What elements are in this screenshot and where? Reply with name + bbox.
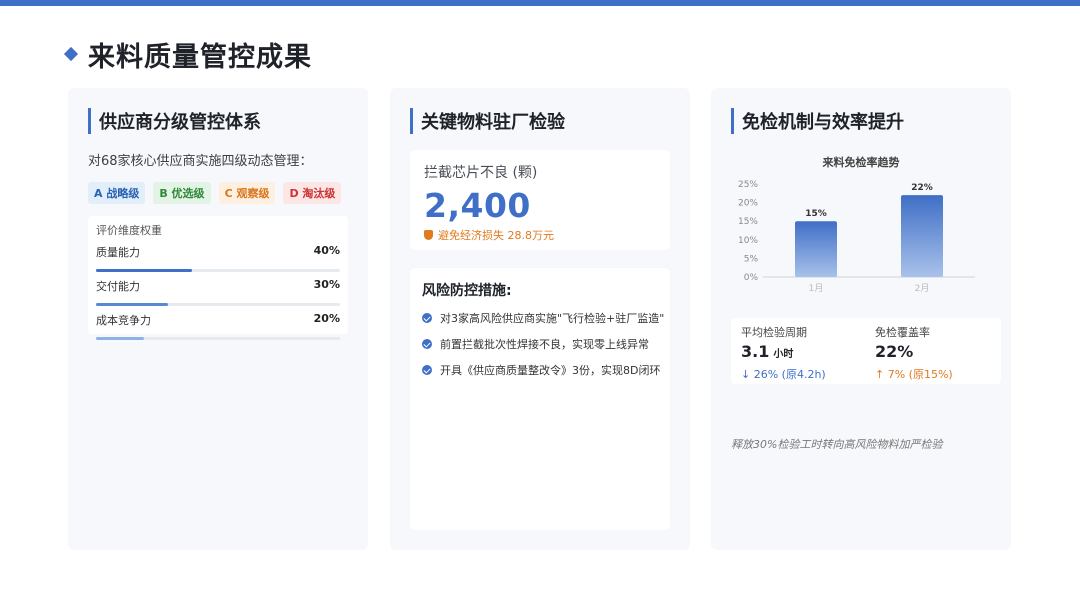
y-tick-label: 25% xyxy=(738,180,758,190)
grade-badges: A 战略级 B 优选级 C 观察级 D 淘汰级 xyxy=(88,182,342,204)
y-tick-label: 0% xyxy=(744,273,759,283)
kpi-delta: ↓ 26% (原4.2h) xyxy=(741,368,826,381)
exemption-rate-chart: 0% 5% 10% 15% 20% 25% 15% 1月 22% 2月 xyxy=(738,180,975,294)
chart-title: 来料免检率趋势 xyxy=(822,156,900,169)
grade-badge-d: D 淘汰级 xyxy=(283,182,342,204)
kpi-delta: ↑ 7% (原15%) xyxy=(875,368,953,381)
data-label: 22% xyxy=(911,183,933,193)
weight-name: 质量能力 xyxy=(96,246,140,259)
y-tick-label: 15% xyxy=(738,217,758,227)
weight-fill xyxy=(96,303,168,306)
weights-card: 评价维度权重 质量能力 40% 交付能力 30% 成本竞争力 20% xyxy=(88,216,348,340)
bar xyxy=(901,195,943,277)
measure-text: 开具《供应商质量整改令》3份，实现8D闭环 xyxy=(440,364,661,377)
panel-title: 供应商分级管控体系 xyxy=(99,112,261,133)
shield-icon xyxy=(424,230,433,240)
kpi-unit: 小时 xyxy=(773,349,794,360)
kpi-number: 3.1 xyxy=(741,342,770,361)
weight-track xyxy=(96,337,340,340)
kpi-value: 22% xyxy=(875,342,991,361)
y-tick-label: 10% xyxy=(738,236,758,246)
y-tick-label: 20% xyxy=(738,199,758,209)
check-circle-icon xyxy=(422,339,432,349)
weight-fill xyxy=(96,269,192,272)
stat-card: 拦截芯片不良 (颗) 2,400 避免经济损失 28.8万元 xyxy=(410,150,670,250)
panel-title: 免检机制与效率提升 xyxy=(742,112,904,133)
check-circle-icon xyxy=(422,365,432,375)
weight-value: 20% xyxy=(313,312,340,325)
stat-label: 拦截芯片不良 (颗) xyxy=(424,165,538,181)
panel-title: 关键物料驻厂检验 xyxy=(421,112,565,133)
weight-item: 质量能力 40% xyxy=(96,244,340,272)
grade-badge-a: A 战略级 xyxy=(88,182,146,204)
check-circle-icon xyxy=(422,313,432,323)
page-title: 来料质量管控成果 xyxy=(88,41,312,73)
weight-item: 成本竞争力 20% xyxy=(96,312,340,340)
x-tick-label: 2月 xyxy=(915,283,930,294)
bar xyxy=(795,221,837,277)
weights-title: 评价维度权重 xyxy=(96,224,162,237)
weight-item: 交付能力 30% xyxy=(96,278,340,306)
kpi-card-cycle: 平均检验周期 3.1 小时 ↓ 26% (原4.2h) xyxy=(731,318,867,384)
list-item: 对3家高风险供应商实施"飞行检验+驻厂监造" xyxy=(422,310,664,326)
onsite-inspection-panel: 关键物料驻厂检验 拦截芯片不良 (颗) 2,400 避免经济损失 28.8万元 … xyxy=(390,88,690,550)
measures-card: 风险防控措施: 对3家高风险供应商实施"飞行检验+驻厂监造" 前置拦截批次性焊接… xyxy=(410,268,670,530)
grade-badge-c: C 观察级 xyxy=(218,182,276,204)
weight-fill xyxy=(96,337,144,340)
stat-note-text: 避免经济损失 28.8万元 xyxy=(438,229,554,242)
panel-header: 关键物料驻厂检验 xyxy=(410,108,565,134)
supplier-grading-panel: 供应商分级管控体系 对68家核心供应商实施四级动态管理： A 战略级 B 优选级… xyxy=(68,88,368,550)
measures-title: 风险防控措施: xyxy=(422,283,512,299)
kpi-label: 平均检验周期 xyxy=(741,326,807,339)
y-tick-label: 5% xyxy=(744,254,759,264)
top-accent-bar xyxy=(0,0,1080,6)
stat-note: 避免经济损失 28.8万元 xyxy=(424,227,656,243)
x-tick-label: 1月 xyxy=(809,283,824,294)
kpi-label: 免检覆盖率 xyxy=(875,326,930,339)
measure-text: 前置拦截批次性焊接不良，实现零上线异常 xyxy=(440,338,649,351)
list-item: 前置拦截批次性焊接不良，实现零上线异常 xyxy=(422,336,658,352)
exemption-efficiency-panel: 免检机制与效率提升 来料免检率趋势 0% 5% 10% 15% 20% 25% 15% 1月 2… xyxy=(711,88,1011,550)
weight-track xyxy=(96,303,340,306)
panel-header: 供应商分级管控体系 xyxy=(88,108,261,134)
diamond-icon xyxy=(63,46,79,62)
weight-value: 30% xyxy=(313,278,340,291)
weight-value: 40% xyxy=(313,244,340,257)
panel-header: 免检机制与效率提升 xyxy=(731,108,904,134)
measure-text: 对3家高风险供应商实施"飞行检验+驻厂监造" xyxy=(440,312,665,325)
kpi-number: 22% xyxy=(875,342,914,361)
weight-name: 成本竞争力 xyxy=(96,314,151,327)
weight-track xyxy=(96,269,340,272)
data-label: 15% xyxy=(805,209,827,219)
list-item: 开具《供应商质量整改令》3份，实现8D闭环 xyxy=(422,362,661,378)
stat-value: 2,400 xyxy=(424,186,531,225)
kpi-value: 3.1 小时 xyxy=(741,342,857,361)
footnote: 释放30%检验工时转向高风险物料加严检验 xyxy=(731,438,943,451)
kpi-card-coverage: 免检覆盖率 22% ↑ 7% (原15%) xyxy=(865,318,1001,384)
page-header: 来料质量管控成果 xyxy=(63,34,312,74)
intro-text: 对68家核心供应商实施四级动态管理： xyxy=(88,154,313,169)
grade-badge-b: B 优选级 xyxy=(153,182,211,204)
weight-name: 交付能力 xyxy=(96,280,140,293)
